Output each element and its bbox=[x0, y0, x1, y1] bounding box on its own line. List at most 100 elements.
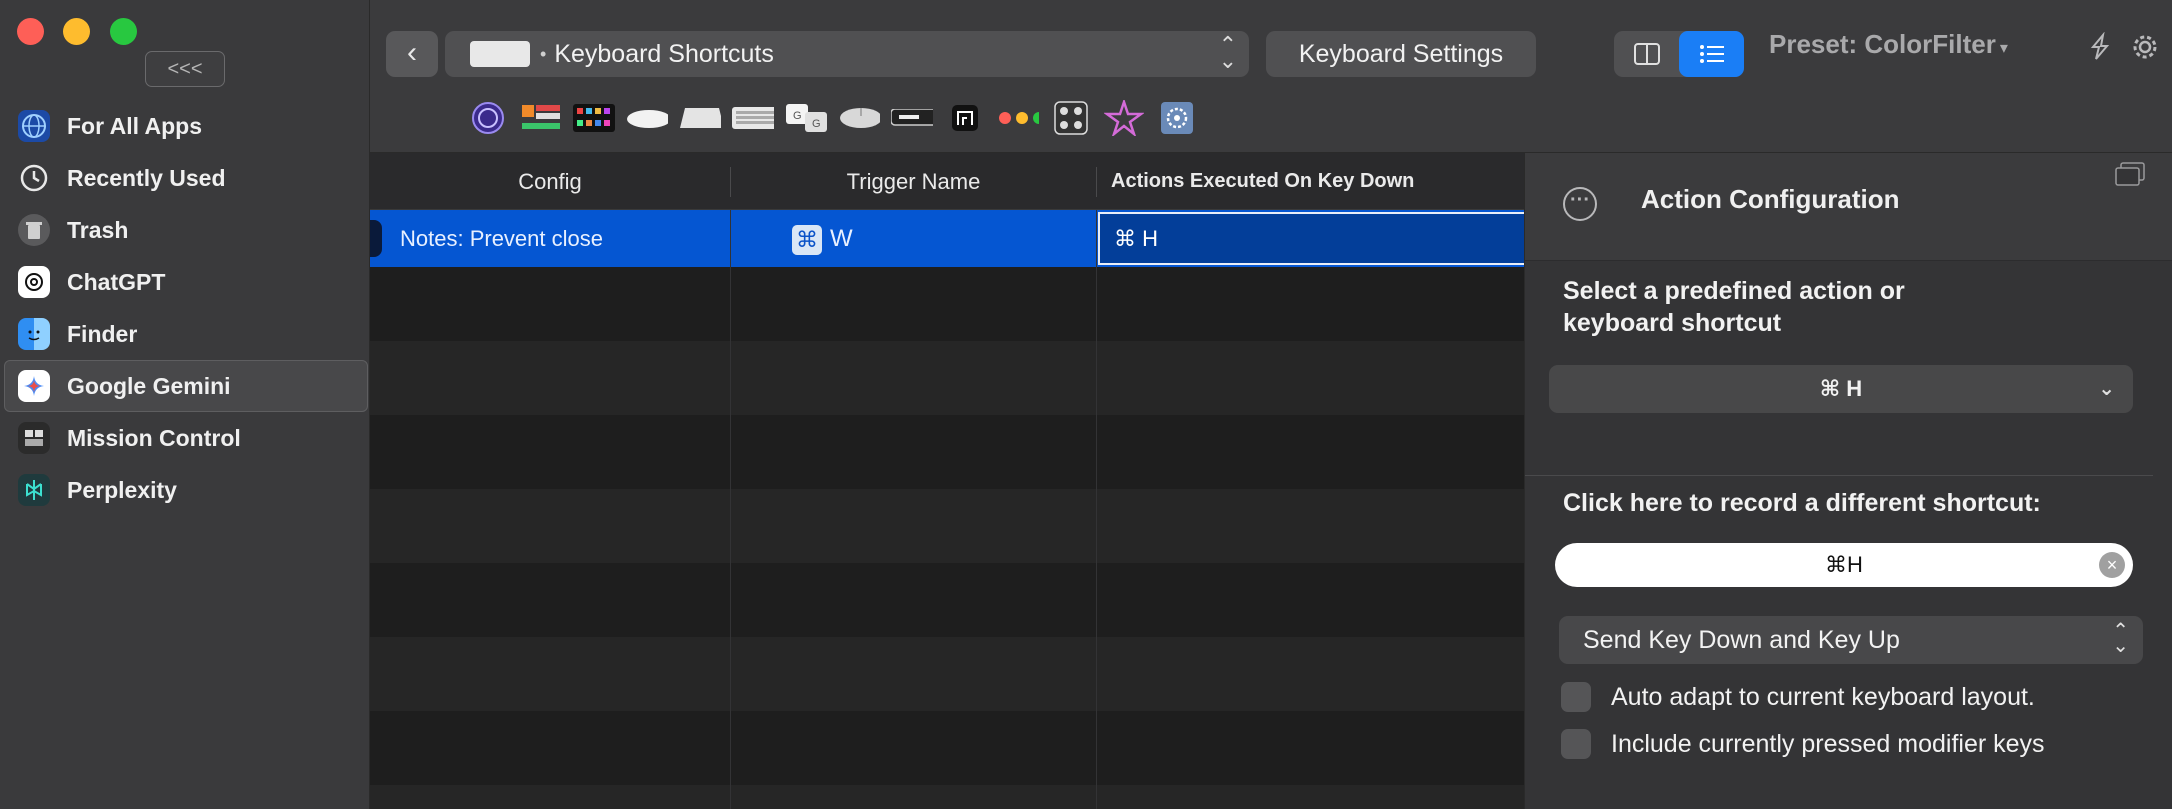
column-divider[interactable] bbox=[1096, 167, 1097, 197]
table-row[interactable] bbox=[370, 341, 1524, 415]
sidebar-item-chatgpt[interactable]: ChatGPT bbox=[0, 256, 370, 308]
section-divider bbox=[1525, 475, 2153, 476]
drawing-icon[interactable] bbox=[944, 101, 986, 135]
sidebar-item-mission-control[interactable]: Mission Control bbox=[0, 412, 370, 464]
detach-window-icon[interactable] bbox=[2115, 162, 2145, 186]
magic-mouse-icon[interactable] bbox=[626, 101, 668, 135]
preset-selector[interactable]: Preset: ColorFilter ▾ bbox=[1769, 29, 2008, 60]
key-sequence-icon[interactable]: GG bbox=[785, 101, 827, 135]
table-row[interactable] bbox=[370, 711, 1524, 785]
predefined-action-value: ⌘ H bbox=[1819, 376, 1863, 401]
trackpad-icon[interactable] bbox=[679, 101, 721, 135]
clear-icon[interactable]: × bbox=[2099, 552, 2125, 578]
sidebar-item-perplexity[interactable]: Perplexity bbox=[0, 464, 370, 516]
sidebar-item-finder[interactable]: Finder bbox=[0, 308, 370, 360]
app-list: For All Apps Recently Used Trash ChatGPT… bbox=[0, 100, 370, 516]
panel-title: Action Configuration bbox=[1641, 184, 1900, 214]
sidebar-item-label: Perplexity bbox=[67, 476, 177, 503]
automation-icon[interactable] bbox=[1156, 101, 1198, 135]
up-down-chevron-icon: ⌃ ⌄ bbox=[2112, 620, 2129, 657]
link-icon[interactable] bbox=[2083, 30, 2117, 64]
trigger-type-picker[interactable]: • Keyboard Shortcuts ⌃ ⌄ bbox=[445, 31, 1249, 77]
clock-icon bbox=[18, 162, 50, 194]
table-row[interactable] bbox=[370, 267, 1524, 341]
minimize-window-button[interactable] bbox=[63, 18, 90, 45]
predefined-action-dropdown[interactable]: ⌘ H ⌄ bbox=[1549, 365, 2133, 413]
finder-icon bbox=[18, 318, 50, 350]
touch-bar-icon[interactable] bbox=[520, 101, 562, 135]
sidebar-item-google-gemini[interactable]: Google Gemini bbox=[4, 360, 368, 412]
column-gridline bbox=[1096, 210, 1097, 809]
picker-separator: • bbox=[540, 43, 547, 64]
zoom-window-button[interactable] bbox=[110, 18, 137, 45]
remote-icon[interactable] bbox=[891, 101, 933, 135]
sidebar-item-trash[interactable]: Trash bbox=[0, 204, 370, 256]
view-mode-toggle bbox=[1614, 31, 1744, 77]
action-configuration-panel: ··· Action Configuration Select a predef… bbox=[1524, 153, 2172, 809]
close-window-button[interactable] bbox=[17, 18, 44, 45]
chevron-left-icon: ‹ bbox=[407, 36, 417, 69]
picker-label: Keyboard Shortcuts bbox=[554, 39, 774, 68]
include-modifiers-option[interactable]: Include currently pressed modifier keys bbox=[1561, 728, 2045, 760]
perplexity-icon bbox=[18, 474, 50, 506]
sidebar: <<< For All Apps Recently Used Trash Cha… bbox=[0, 0, 370, 809]
globe-icon bbox=[18, 110, 50, 142]
split-view-button[interactable] bbox=[1614, 31, 1679, 77]
normal-mouse-icon[interactable] bbox=[838, 101, 880, 135]
midi-icon[interactable] bbox=[1050, 101, 1092, 135]
column-header-trigger[interactable]: Trigger Name bbox=[731, 153, 1096, 210]
sidebar-item-label: Trash bbox=[67, 216, 129, 243]
row-action[interactable]: ⌘ H bbox=[1098, 212, 1524, 265]
sidebar-item-for-all-apps[interactable]: For All Apps bbox=[0, 100, 370, 152]
chatgpt-icon bbox=[18, 266, 50, 298]
sidebar-item-recently-used[interactable]: Recently Used bbox=[0, 152, 370, 204]
shortcut-table: Config Trigger Name Actions Executed On … bbox=[370, 153, 1524, 809]
up-down-chevron-icon: ⌃ ⌄ bbox=[1218, 32, 1237, 73]
table-row[interactable] bbox=[370, 637, 1524, 711]
chevron-down-icon: ▾ bbox=[1999, 40, 2008, 57]
table-row[interactable] bbox=[370, 785, 1524, 809]
collapse-sidebar-button[interactable]: <<< bbox=[145, 51, 225, 87]
column-header-config[interactable]: Config bbox=[370, 153, 730, 210]
auto-adapt-label: Auto adapt to current keyboard layout. bbox=[1611, 682, 2035, 711]
window-buttons-icon[interactable] bbox=[997, 101, 1039, 135]
list-view-button[interactable] bbox=[1679, 31, 1744, 77]
predefined-action-label: Select a predefined action or keyboard s… bbox=[1563, 275, 1905, 339]
svg-text:G: G bbox=[812, 118, 821, 130]
table-header: Config Trigger Name Actions Executed On … bbox=[370, 153, 1524, 210]
column-gridline bbox=[730, 210, 731, 809]
more-options-icon[interactable]: ··· bbox=[1563, 187, 1597, 221]
send-mode-select[interactable]: Send Key Down and Key Up ⌃ ⌄ bbox=[1559, 616, 2143, 664]
predefined-action-label-line: keyboard shortcut bbox=[1563, 309, 1782, 337]
recorded-shortcut-value: ⌘H bbox=[1825, 552, 1863, 577]
sidebar-item-label: ChatGPT bbox=[67, 268, 166, 295]
stream-deck-icon[interactable] bbox=[573, 101, 615, 135]
send-mode-value: Send Key Down and Key Up bbox=[1583, 626, 1900, 654]
command-key-icon: ⌘ bbox=[792, 224, 822, 255]
gemini-icon bbox=[18, 370, 50, 402]
table-row[interactable] bbox=[370, 415, 1524, 489]
keyboard-icon[interactable] bbox=[732, 101, 774, 135]
table-row[interactable] bbox=[370, 489, 1524, 563]
svg-text:G: G bbox=[793, 110, 802, 122]
chevron-down-icon: ⌄ bbox=[2098, 378, 2115, 400]
auto-adapt-option[interactable]: Auto adapt to current keyboard layout. bbox=[1561, 681, 2035, 713]
drag-handle[interactable] bbox=[370, 220, 382, 257]
include-modifiers-checkbox[interactable] bbox=[1561, 729, 1591, 759]
keyboard-settings-button[interactable]: Keyboard Settings bbox=[1266, 31, 1536, 77]
table-row[interactable] bbox=[370, 563, 1524, 637]
toolbar: ‹ • Keyboard Shortcuts ⌃ ⌄ Keyboard Setti… bbox=[370, 0, 2172, 153]
trigger-key-label: W bbox=[830, 225, 853, 252]
auto-adapt-checkbox[interactable] bbox=[1561, 682, 1591, 712]
siri-orb-icon[interactable] bbox=[467, 101, 509, 135]
sidebar-item-label: For All Apps bbox=[67, 112, 203, 139]
shortcut-recorder-field[interactable]: ⌘H × bbox=[1555, 543, 2133, 587]
stylus-icon[interactable] bbox=[1103, 100, 1145, 136]
back-button[interactable]: ‹ bbox=[386, 31, 438, 77]
predefined-action-label-line: Select a predefined action or bbox=[1563, 277, 1905, 305]
column-header-actions[interactable]: Actions Executed On Key Down bbox=[1111, 153, 1511, 210]
trash-icon bbox=[18, 214, 50, 246]
trigger-type-bar: GG bbox=[467, 97, 1209, 139]
gear-icon[interactable] bbox=[2128, 30, 2162, 64]
table-row[interactable]: Notes: Prevent close ⌘ W ⌘ H bbox=[370, 210, 1524, 267]
